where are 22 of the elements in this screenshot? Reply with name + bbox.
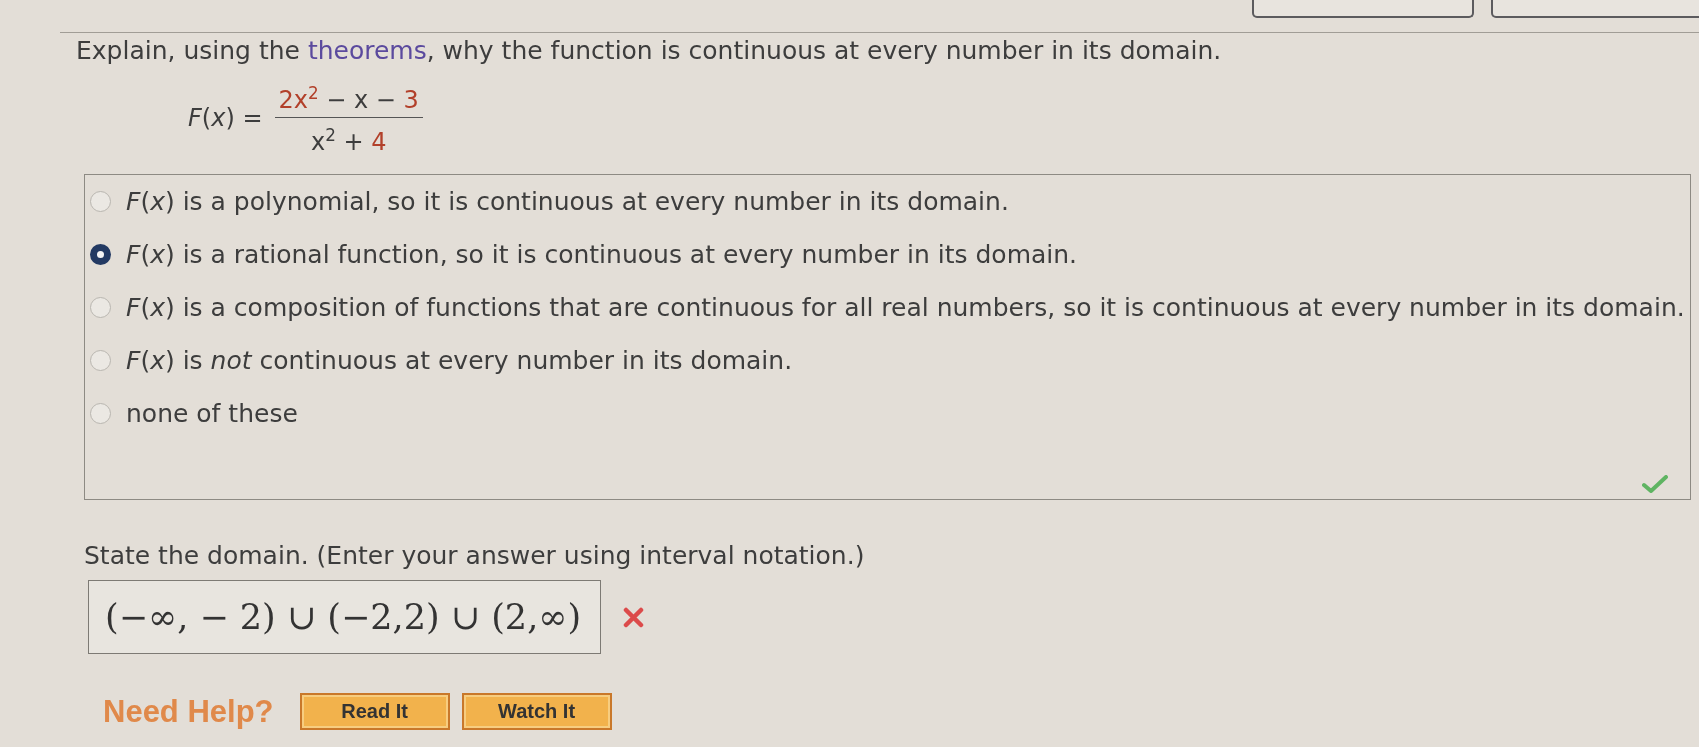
radio-button[interactable] xyxy=(90,350,111,371)
function-name: F(x) = xyxy=(188,103,263,132)
cropped-button[interactable] xyxy=(1252,0,1474,18)
radio-button[interactable] xyxy=(90,244,111,265)
domain-prompt: State the domain. (Enter your answer using interval notation.) xyxy=(84,540,866,572)
radio-button[interactable] xyxy=(90,191,111,212)
help-button[interactable]: Watch It xyxy=(461,693,612,730)
help-button[interactable]: Read It xyxy=(299,693,450,730)
choice-text: F(x) is not continuous at every number in its domain. xyxy=(126,346,793,375)
choice-text: F(x) is a polynomial, so it is continuous at every number in its domain. xyxy=(126,187,1009,216)
radio-button[interactable] xyxy=(90,403,111,424)
radio-button[interactable] xyxy=(90,297,111,318)
fraction-numerator: 2x$^{2}$ − x − 3 xyxy=(274,79,423,118)
fraction-denominator: x$^{2}$ + 4 xyxy=(309,124,388,156)
theorems-link[interactable]: theorems xyxy=(307,36,427,65)
help-label: Need Help? xyxy=(103,693,274,730)
choice-text: F(x) is a composition of functions that are continuous for all real numbers, so it is continuous at every number in its domain. xyxy=(126,293,1685,322)
choice-text: F(x) is a rational function, so it is continuous at every number in its domain. xyxy=(126,240,1078,269)
cropped-button[interactable] xyxy=(1491,0,1699,18)
choice-text: none of these xyxy=(126,399,298,428)
answer-field[interactable]: (−∞, − 2) ∪ (−2,2) ∪ (2,∞) xyxy=(88,580,601,654)
question-text: Explain, using the theorems, why the function is continuous at every number in its domain. xyxy=(76,35,1223,67)
